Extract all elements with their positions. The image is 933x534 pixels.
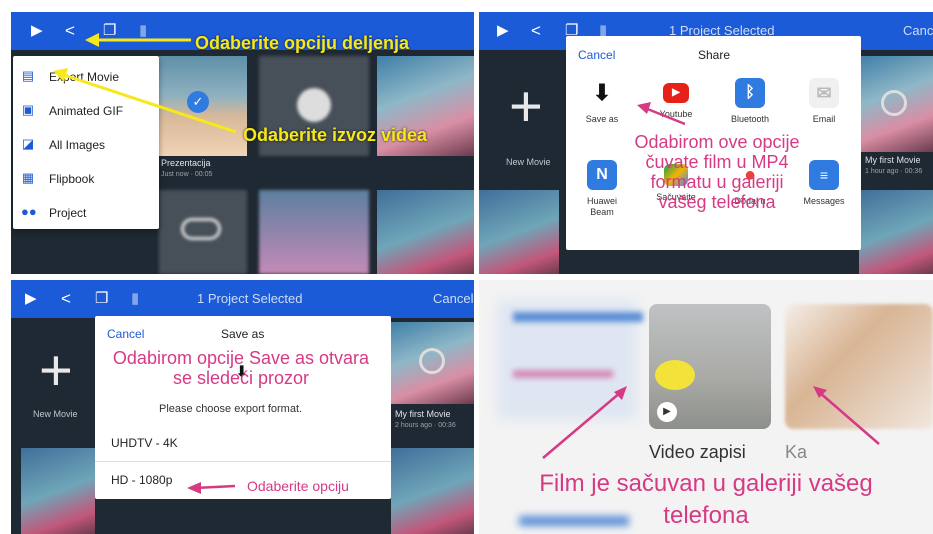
arrow-right	[818, 391, 880, 445]
arrowhead	[53, 68, 68, 82]
arrow-export	[60, 72, 237, 134]
annotation-line: vašeg telefona	[658, 192, 776, 212]
annotation-choose-option: Odaberite opciju	[247, 478, 349, 494]
annotation-line: Odabirom ove opcije	[634, 132, 800, 152]
annotation-line: telefona	[663, 502, 749, 529]
panel-share-sheet: + New Movie My first Movie 1 hour ago · …	[479, 12, 933, 274]
arrow-save-as	[644, 106, 686, 126]
arrow-left	[542, 391, 622, 459]
annotation-saved-in-gallery: Film je sačuvan u galeriji vašeg telefon…	[479, 468, 933, 532]
arrowhead	[85, 33, 99, 47]
annotation-arrows	[187, 482, 236, 494]
panel-gallery: ▶ Video zapisi Ka Film je sačuvan u gale…	[479, 280, 933, 534]
panel-save-as-dialog: + New Movie My first Movie 2 hours ago ·…	[11, 280, 474, 534]
arrowhead	[187, 482, 201, 494]
annotation-line: Film je sačuvan u galeriji vašeg	[539, 470, 873, 497]
annotation-line: formatu u galeriji	[650, 172, 784, 192]
annotation-line: čuvate film u MP4	[645, 152, 789, 172]
annotation-export: Odaberite izvoz videa	[243, 125, 428, 145]
annotation-share: Odaberite opciju deljenja	[195, 33, 410, 53]
panel-export-menu: ✓ Prezentacija Just now · 00:05 ▶ < ❐ ▮ …	[11, 12, 474, 274]
annotation-save-as: Odabirom ove opcije čuvate film u MP4 fo…	[607, 132, 827, 212]
arrowhead	[637, 102, 651, 114]
